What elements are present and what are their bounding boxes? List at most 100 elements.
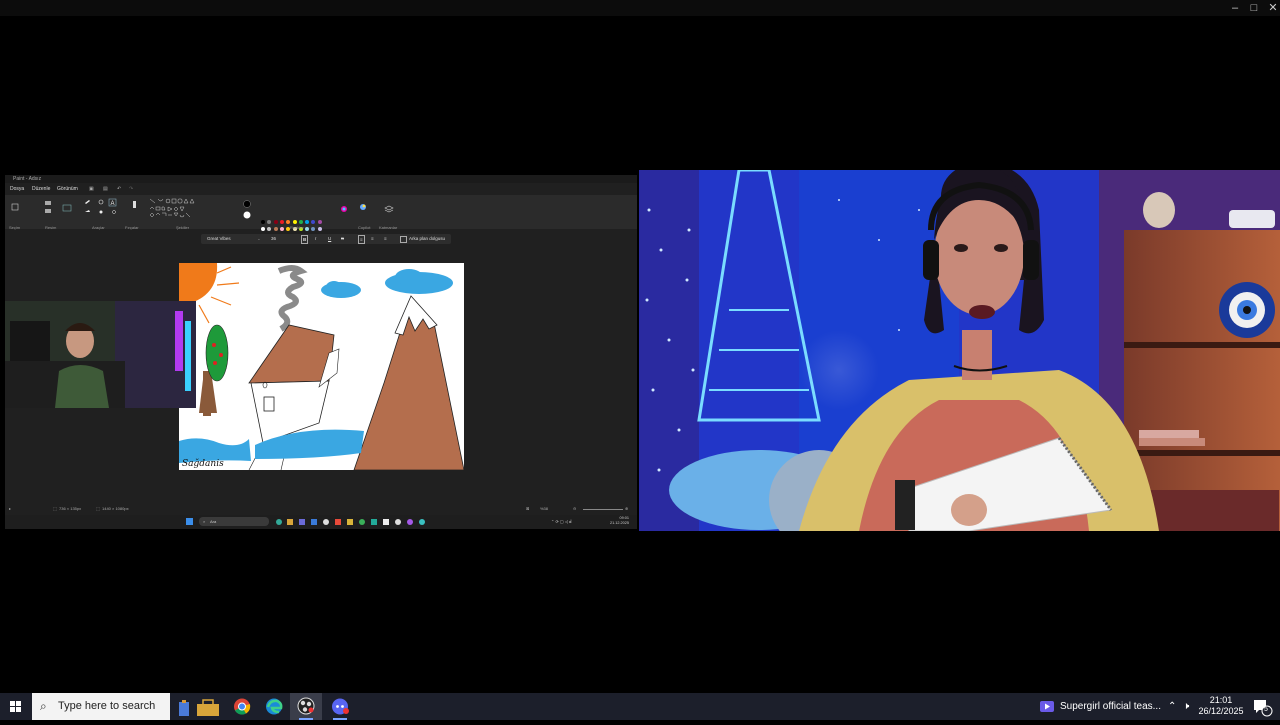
save-icon[interactable]: ▣: [89, 184, 94, 194]
color-swatch[interactable]: [298, 220, 303, 224]
menu-dosya[interactable]: Dosya: [10, 184, 24, 194]
color-swatch[interactable]: [279, 227, 284, 231]
color-swatch[interactable]: [317, 227, 322, 231]
color-swatch[interactable]: [311, 227, 316, 231]
taskbar-discord[interactable]: [324, 693, 356, 720]
zoom-slider[interactable]: [583, 509, 623, 510]
bold-button[interactable]: B: [301, 235, 309, 244]
group-label: Copilot: [358, 225, 371, 230]
edge-icon: [266, 698, 283, 715]
align-center-icon[interactable]: ≡: [371, 234, 374, 244]
zoom-in-icon[interactable]: ⊕: [625, 505, 628, 513]
color-swatch[interactable]: [279, 220, 284, 224]
start-button[interactable]: [0, 693, 32, 720]
paint-titlebar: Paint - Adsız: [5, 175, 637, 183]
color-swatch[interactable]: [317, 220, 322, 224]
inner-date: 21.12.2025: [610, 521, 630, 525]
search-icon: ⌕: [203, 519, 206, 524]
font-select[interactable]: Great Vibes: [207, 234, 231, 244]
inner-clock: 09:01 21.12.2025: [610, 516, 629, 526]
inner-taskbar-apps[interactable]: [275, 517, 465, 527]
color-swatch[interactable]: [273, 227, 278, 231]
taskbar-edge[interactable]: [258, 693, 290, 720]
redo-icon[interactable]: ↷: [129, 184, 133, 194]
group-label: Şekiller: [176, 225, 190, 230]
streamer-webcam-feed: [639, 170, 1280, 531]
paint-title: Paint - Adsız: [13, 176, 42, 182]
menu-duzenle[interactable]: Düzenle: [32, 184, 50, 194]
fit-icon[interactable]: ⊠: [526, 505, 529, 513]
cursor-icon: ▸: [9, 506, 12, 511]
search-icon: ⌕: [40, 699, 47, 713]
clock-time: 21:01: [1209, 695, 1233, 705]
paint-ribbon: A Seçim Resim Araçlar Fırçalar Şekiller …: [5, 195, 637, 231]
taskbar-search-placeholder: Type here to search: [58, 700, 156, 712]
color-swatch[interactable]: [305, 227, 310, 231]
chevron-up-icon[interactable]: ⌃: [1168, 693, 1176, 720]
svg-text:A: A: [111, 201, 115, 207]
zoom-select[interactable]: %38: [540, 505, 548, 513]
selection-size: 736 × 135px: [59, 506, 82, 511]
color-swatch[interactable]: [292, 220, 297, 224]
windows-start-icon[interactable]: [186, 518, 193, 525]
webcam-inset-image: [5, 301, 196, 408]
screen-share-panel: Paint - Adsız Dosya Düzenle Görünüm ▣ ▤ …: [5, 175, 637, 529]
canvas-size-icon: ⬚: [96, 506, 100, 511]
chevron-down-icon[interactable]: ⌄: [257, 234, 261, 244]
minimize-button[interactable]: –: [1226, 0, 1244, 16]
color-swatch[interactable]: [267, 227, 272, 231]
underline-button[interactable]: U: [328, 234, 331, 244]
align-left-icon[interactable]: ≡: [358, 235, 365, 244]
group-label: Araçlar: [92, 225, 105, 230]
windows-taskbar: ⌕ Type here to search Supergirl official…: [0, 693, 1280, 720]
media-play-icon: [1040, 701, 1054, 712]
color-swatch[interactable]: [273, 220, 278, 224]
group-label: Resim: [45, 225, 57, 230]
group-label: Seçim: [9, 225, 21, 230]
drawing-artwork: Sağdanis: [179, 263, 464, 470]
group-label: Renkler: [290, 225, 304, 230]
strikethrough-button[interactable]: S: [341, 234, 344, 244]
taskbar-chrome[interactable]: [226, 693, 258, 720]
print-icon[interactable]: ▤: [103, 184, 108, 194]
taskbar-widgets[interactable]: [170, 693, 224, 720]
webcam-image: [639, 170, 1280, 531]
volume-icon[interactable]: 🕨: [1183, 693, 1189, 720]
italic-button[interactable]: I: [315, 234, 316, 244]
font-size-select[interactable]: 36: [271, 234, 276, 244]
selection-icon: ⬚: [53, 506, 57, 511]
media-widget[interactable]: Supergirl official teas...: [1036, 693, 1162, 720]
tray-icons[interactable]: ⌃ ⟳ ▢ ◁ ⅾ: [551, 517, 572, 526]
paint-status-bar: ▸ ⬚ 736 × 135px ⬚ 1440 × 1080px ⊠ %38 ⊖ …: [5, 505, 637, 513]
group-label: Katmanlar: [379, 225, 398, 230]
undo-icon[interactable]: ↶: [117, 184, 121, 194]
maximize-button[interactable]: □: [1245, 0, 1263, 16]
notification-center-button[interactable]: 5: [1248, 693, 1280, 720]
background-fill-label: Arka plan dolgusu: [409, 236, 446, 241]
color-swatch[interactable]: [261, 227, 265, 231]
signature-text: Sağdanis: [182, 458, 224, 469]
text-toolbar: Great Vibes ⌄ 36 B I U S ≡ ≡ ≡ Arka plan…: [201, 234, 451, 244]
chrome-icon: [234, 698, 251, 715]
taskbar-obs[interactable]: [290, 693, 322, 720]
discord-icon: [332, 698, 349, 715]
taskbar-clock[interactable]: 21:01 26/12/2025: [1196, 695, 1246, 717]
background-fill-checkbox[interactable]: [400, 236, 407, 243]
inner-search-placeholder: Ara: [210, 519, 217, 524]
shopping-bag-icon: [179, 699, 219, 716]
taskbar-search-box[interactable]: ⌕ Type here to search: [32, 693, 170, 720]
group-label: Fırçalar: [125, 225, 139, 230]
clock-date: 26/12/2025: [1198, 706, 1244, 716]
streamer-webcam-inset: [5, 301, 196, 408]
paint-menu-bar: Dosya Düzenle Görünüm ▣ ▤ ↶ ↷: [5, 184, 637, 194]
menu-gorunum[interactable]: Görünüm: [57, 184, 78, 194]
close-button[interactable]: ✕: [1264, 0, 1280, 16]
canvas-size: 1440 × 1080px: [102, 506, 129, 511]
media-title: Supergirl official teas...: [1060, 701, 1161, 712]
paint-canvas[interactable]: Sağdanis: [179, 263, 464, 470]
obs-icon: [297, 697, 315, 715]
align-right-icon[interactable]: ≡: [384, 234, 387, 244]
zoom-out-icon[interactable]: ⊖: [573, 505, 576, 513]
color-swatch[interactable]: [261, 220, 265, 224]
window-titlebar: – □ ✕: [0, 0, 1280, 16]
